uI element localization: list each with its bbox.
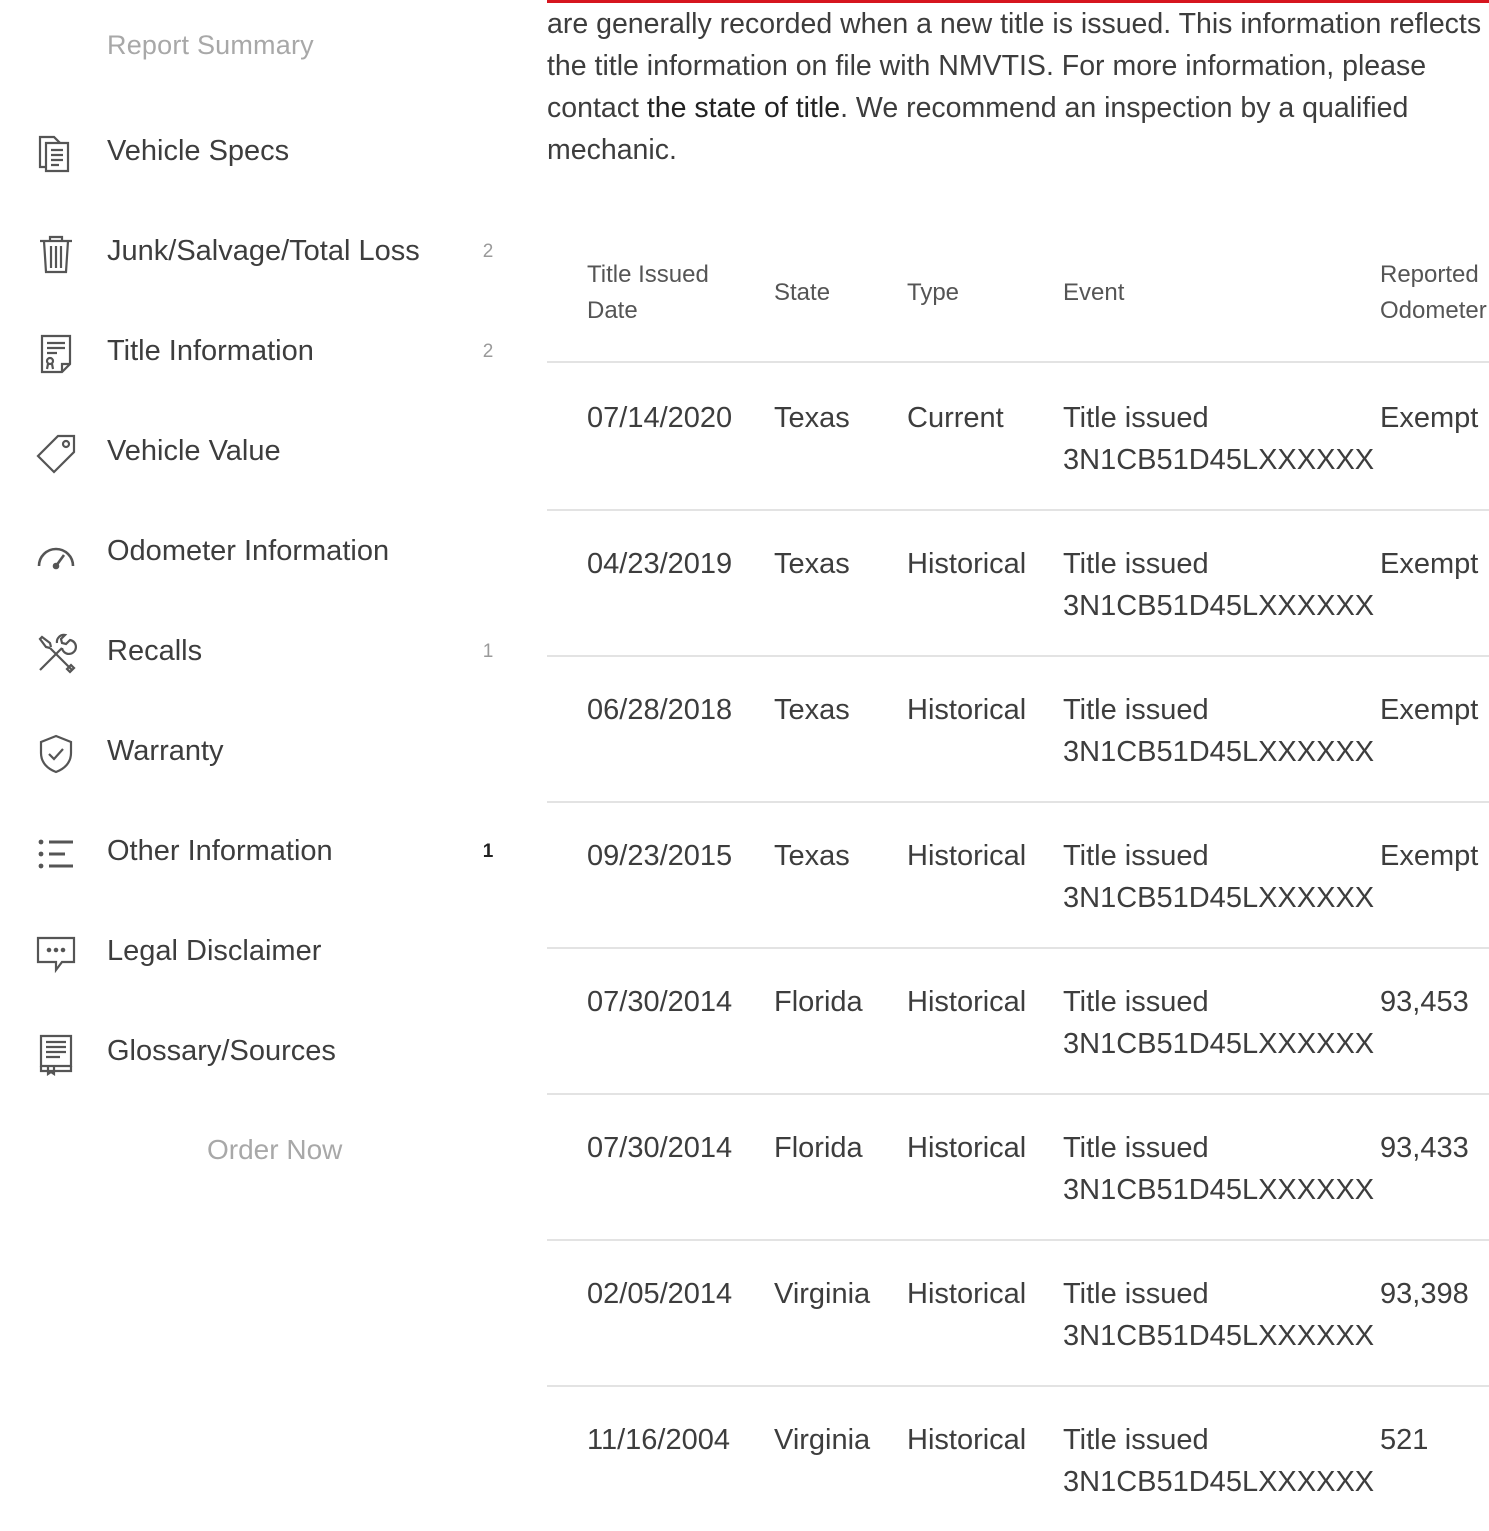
price-tag-icon [34,432,78,476]
speedometer-icon [34,532,78,576]
sidebar-item-label: Legal Disclaimer [107,935,322,967]
cell-event: Title issued 3N1CB51D45LXXXXXX [1063,840,1375,914]
cell-odometer: Exempt [1380,840,1479,872]
cell-date: 11/16/2004 [587,1424,730,1456]
header-state: State [774,279,831,306]
cell-type: Current [907,402,1004,434]
table-row: 07/30/2014 Florida Historical Title issu… [547,947,1489,1095]
table-row: 11/16/2004 Virginia Historical Title iss… [547,1385,1489,1531]
cell-odometer: Exempt [1380,694,1479,726]
cell-odometer: Exempt [1380,402,1479,434]
sidebar-item-label: Other Information [107,835,333,867]
sidebar-item-label: Title Information [107,335,314,367]
cell-event: Title issued 3N1CB51D45LXXXXXX [1063,548,1375,622]
sidebar-item-other-information[interactable]: Other Information 1 [0,817,520,887]
chat-bubble-icon [34,932,78,976]
cell-state: Florida [774,986,863,1018]
cell-state: Florida [774,1132,863,1164]
count-badge: 1 [482,641,494,662]
cell-event: Title issued 3N1CB51D45LXXXXXX [1063,402,1375,476]
sidebar-item-label: Junk/Salvage/Total Loss [107,235,420,267]
table-row: 07/14/2020 Texas Current Title issued 3N1… [547,363,1489,511]
wrench-screwdriver-icon [34,632,78,676]
sidebar-item-vehicle-specs[interactable]: Vehicle Specs [0,117,520,187]
cell-odometer: 93,398 [1380,1278,1469,1310]
sidebar-item-junk-salvage[interactable]: Junk/Salvage/Total Loss 2 [0,217,520,287]
table-row: 04/23/2019 Texas Historical Title issued… [547,509,1489,657]
list-icon [34,832,78,876]
table-header: Title Issued Date State Type Event Report… [547,255,1489,363]
cell-date: 07/30/2014 [587,986,733,1018]
sidebar-item-label: Recalls [107,635,203,667]
header-type: Type [907,279,960,306]
cell-date: 07/30/2014 [587,1132,733,1164]
cell-event: Title issued 3N1CB51D45LXXXXXX [1063,1278,1375,1352]
cell-type: Historical [907,986,1027,1018]
sidebar-item-odometer-information[interactable]: Odometer Information [0,517,520,587]
cell-state: Texas [774,840,850,872]
sidebar-item-label: Warranty [107,735,224,767]
cell-event: Title issued 3N1CB51D45LXXXXXX [1063,1132,1375,1206]
order-now-link[interactable]: Order Now [207,1134,342,1166]
sidebar-item-title-information[interactable]: Title Information 2 [0,317,520,387]
cell-odometer: 93,433 [1380,1132,1469,1164]
header-event: Event [1063,279,1125,306]
cell-date: 07/14/2020 [587,402,733,434]
cell-type: Historical [907,1132,1027,1164]
sidebar-item-vehicle-value[interactable]: Vehicle Value [0,417,520,487]
cell-odometer: 93,453 [1380,986,1469,1018]
cell-date: 02/05/2014 [587,1278,733,1310]
sidebar-item-recalls[interactable]: Recalls 1 [0,617,520,687]
book-icon [34,1032,78,1077]
cell-state: Texas [774,548,850,580]
header-reported-odometer: Reported Odometer [1380,261,1487,324]
cell-event: Title issued 3N1CB51D45LXXXXXX [1063,986,1375,1060]
sidebar-item-warranty[interactable]: Warranty [0,717,520,787]
cell-odometer: 521 [1380,1424,1429,1456]
sidebar-item-label: Glossary/Sources [107,1035,336,1067]
document-copy-icon [34,132,78,176]
sidebar-item-glossary-sources[interactable]: Glossary/Sources [0,1017,520,1087]
count-badge: 2 [482,241,494,262]
cell-odometer: Exempt [1380,548,1479,580]
cell-state: Texas [774,402,850,434]
count-badge: 1 [482,841,494,862]
table-row: 07/30/2014 Florida Historical Title issu… [547,1093,1489,1241]
count-badge: 2 [482,341,494,362]
cell-state: Texas [774,694,850,726]
cell-date: 09/23/2015 [587,840,733,872]
sidebar-item-label: Vehicle Specs [107,135,290,167]
cell-event: Title issued 3N1CB51D45LXXXXXX [1063,694,1375,768]
cell-state: Virginia [774,1424,871,1456]
cell-type: Historical [907,694,1027,726]
sidebar: Report Summary Vehicle Specs Junk/Salvag… [0,0,520,1531]
state-of-title-link[interactable]: the state of title [647,92,840,124]
intro-paragraph: are generally recorded when a new title … [547,8,1482,166]
cell-date: 06/28/2018 [587,694,733,726]
main-content: are generally recorded when a new title … [547,0,1489,1531]
cell-type: Historical [907,840,1027,872]
shield-check-icon [34,732,78,776]
cell-type: Historical [907,1424,1027,1456]
table-row: 02/05/2014 Virginia Historical Title iss… [547,1239,1489,1387]
sidebar-item-legal-disclaimer[interactable]: Legal Disclaimer [0,917,520,987]
sidebar-item-label: Odometer Information [107,535,390,567]
cell-event: Title issued 3N1CB51D45LXXXXXX [1063,1424,1375,1498]
cell-type: Historical [907,548,1027,580]
cell-type: Historical [907,1278,1027,1310]
table-row: 09/23/2015 Texas Historical Title issued… [547,801,1489,949]
report-summary-link[interactable]: Report Summary [107,30,314,61]
cell-date: 04/23/2019 [587,548,733,580]
table-row: 06/28/2018 Texas Historical Title issued… [547,655,1489,803]
sidebar-item-label: Vehicle Value [107,435,281,467]
certificate-icon [34,332,78,376]
cell-state: Virginia [774,1278,871,1310]
header-title-issued-date: Title Issued Date [587,261,709,324]
trash-icon [34,232,78,276]
